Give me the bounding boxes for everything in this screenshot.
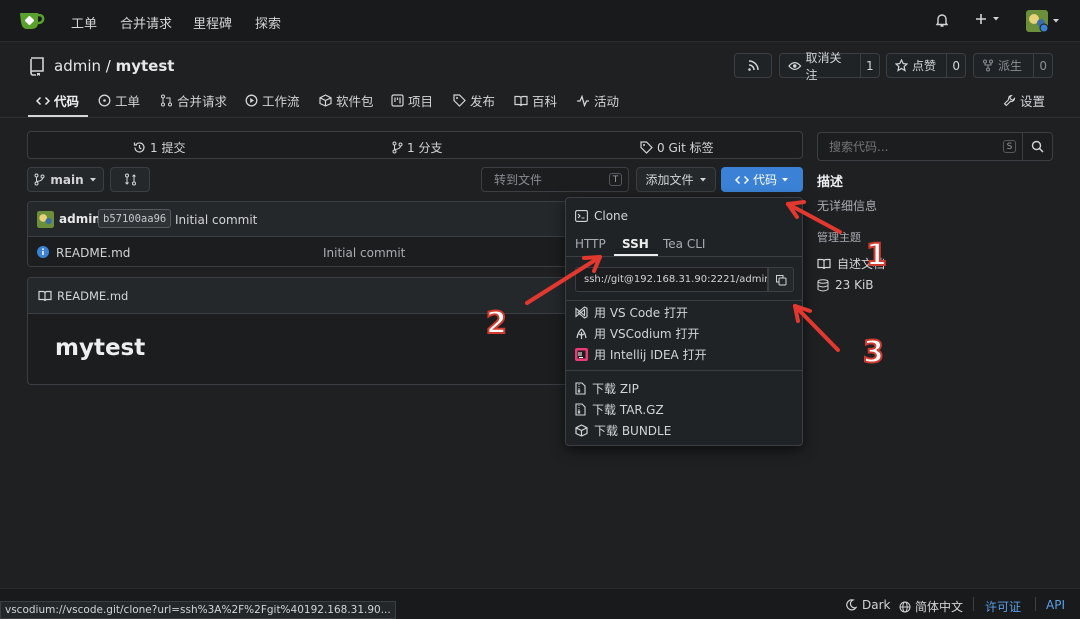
language-selector[interactable]: 简体中文 bbox=[899, 598, 963, 615]
annotation-number-3: 3 bbox=[862, 334, 885, 371]
divider bbox=[1035, 597, 1036, 611]
arrow-3 bbox=[793, 304, 840, 352]
globe-icon bbox=[899, 601, 911, 612]
api-link[interactable]: API bbox=[1046, 598, 1065, 612]
annotation-number-2: 2 bbox=[485, 305, 508, 342]
language-label: 简体中文 bbox=[915, 600, 964, 614]
theme-switch[interactable]: Dark bbox=[845, 598, 890, 612]
annotation-arrows bbox=[525, 200, 842, 352]
link-status-tooltip: vscodium://vscode.git/clone?url=ssh%3A%2… bbox=[0, 601, 396, 619]
moon-icon bbox=[846, 599, 857, 611]
divider bbox=[973, 597, 974, 611]
theme-label: Dark bbox=[862, 598, 891, 612]
arrow-2 bbox=[525, 255, 602, 305]
annotation-number-1: 1 bbox=[865, 237, 888, 274]
arrow-1 bbox=[786, 200, 842, 234]
license-link[interactable]: 许可证 bbox=[985, 598, 1021, 615]
